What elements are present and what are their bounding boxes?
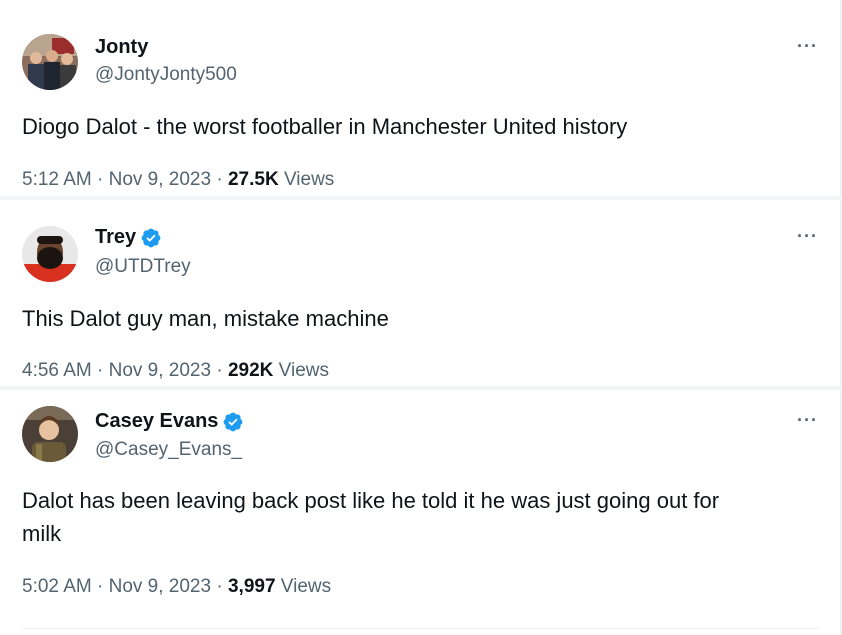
tweet-card-trey[interactable]: Trey @UTDTrey ··· This Dalot guy man, mi… xyxy=(0,196,842,390)
views-count: 27.5K xyxy=(227,169,279,190)
tweet-date[interactable]: Nov 9, 2023 xyxy=(109,360,211,381)
separator: · xyxy=(91,360,109,381)
separator: · xyxy=(91,169,109,190)
avatar-trey[interactable] xyxy=(22,226,78,282)
more-options-icon[interactable]: ··· xyxy=(797,410,818,431)
tweet-meta: 4:56 AM · Nov 9, 2023 · 292K Views xyxy=(22,360,329,382)
author-name[interactable]: Casey Evans xyxy=(95,410,218,433)
author-handle[interactable]: @JontyJonty500 xyxy=(95,64,237,86)
author-handle[interactable]: @UTDTrey xyxy=(95,256,191,278)
separator: · xyxy=(211,169,228,190)
views-count: 292K xyxy=(227,360,274,381)
tweet-date[interactable]: Nov 9, 2023 xyxy=(109,576,211,597)
more-options-icon[interactable]: ··· xyxy=(797,226,818,247)
tweet-text: Dalot has been leaving back post like he… xyxy=(22,484,802,550)
tweet-text: Diogo Dalot - the worst footballer in Ma… xyxy=(22,114,628,139)
tweet-time[interactable]: 5:02 AM xyxy=(22,576,92,597)
views-count: 3,997 xyxy=(227,576,276,597)
tweet-text: This Dalot guy man, mistake machine xyxy=(22,306,389,331)
tweet-text-line: Dalot has been leaving back post like he… xyxy=(22,488,720,513)
author-name[interactable]: Trey xyxy=(95,226,136,249)
tweet-time[interactable]: 5:12 AM xyxy=(22,169,92,190)
author-handle[interactable]: @Casey_Evans_ xyxy=(95,439,242,461)
separator: · xyxy=(211,360,228,381)
tweet-meta: 5:02 AM · Nov 9, 2023 · 3,997 Views xyxy=(22,576,331,598)
tweet-meta: 5:12 AM · Nov 9, 2023 · 27.5K Views xyxy=(22,169,334,191)
separator: · xyxy=(211,576,228,597)
tweet-time[interactable]: 4:56 AM xyxy=(22,360,92,381)
author-row[interactable]: Trey xyxy=(95,226,162,249)
author-row[interactable]: Jonty xyxy=(95,36,148,59)
views-label: Views xyxy=(280,576,332,597)
tweet-date[interactable]: Nov 9, 2023 xyxy=(109,169,211,190)
divider xyxy=(22,628,820,629)
views-label: Views xyxy=(278,360,330,381)
verified-badge-icon xyxy=(141,228,161,247)
avatar-jonty[interactable] xyxy=(22,34,78,90)
tweet-card-casey-evans[interactable]: Casey Evans @Casey_Evans_ ··· Dalot has … xyxy=(0,386,842,635)
verified-badge-icon xyxy=(224,412,243,431)
tweet-text-line: milk xyxy=(22,521,62,546)
tweet-card-jonty[interactable]: Jonty @JontyJonty500 ··· Diogo Dalot - t… xyxy=(0,0,842,196)
more-options-icon[interactable]: ··· xyxy=(797,36,818,57)
avatar-casey-evans[interactable] xyxy=(22,406,78,462)
separator: · xyxy=(91,576,109,597)
author-name[interactable]: Jonty xyxy=(95,36,148,59)
views-label: Views xyxy=(283,169,335,190)
author-row[interactable]: Casey Evans xyxy=(95,410,244,433)
